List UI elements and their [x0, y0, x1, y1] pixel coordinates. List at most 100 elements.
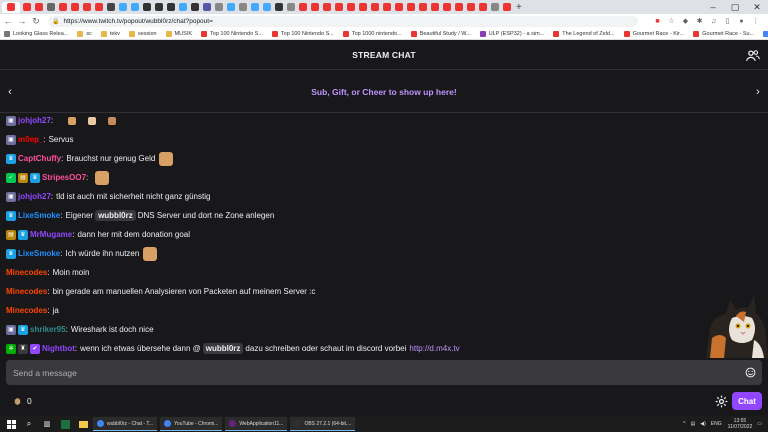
chat-username[interactable]: Minecodes [6, 268, 47, 277]
emote-image[interactable] [159, 151, 174, 166]
bookmark-item[interactable]: session [128, 30, 157, 37]
media-icon[interactable]: ♫ [708, 16, 719, 27]
browser-tab[interactable] [81, 2, 92, 13]
emote-image[interactable] [143, 246, 158, 261]
browser-tab[interactable] [333, 2, 344, 13]
bookmark-item[interactable]: Top 100 Nintendo S... [201, 30, 263, 37]
taskbar-app[interactable]: YouTube - Chromi... [160, 417, 223, 431]
taskbar-app[interactable]: WebApplication11... [225, 417, 288, 431]
chat-username[interactable]: shriker95 [30, 325, 66, 334]
send-chat-button[interactable]: Chat [732, 392, 762, 410]
emote-image[interactable] [68, 116, 77, 125]
banner-text[interactable]: Sub, Gift, or Cheer to show up here! [311, 87, 456, 97]
bookmark-item[interactable]: sc [77, 30, 92, 37]
taskbar-app[interactable]: OBS 27.2.1 (64-bit,... [290, 417, 356, 431]
bookmark-item[interactable]: ULP (ESP32) - a sim... [479, 30, 544, 37]
browser-tab[interactable] [381, 2, 392, 13]
community-users-icon[interactable] [746, 49, 760, 63]
browser-tab[interactable] [477, 2, 488, 13]
browser-tab[interactable] [177, 2, 188, 13]
browser-tab[interactable] [141, 2, 152, 13]
emote-image[interactable] [108, 116, 117, 125]
prime-crown-icon[interactable]: ♛ [6, 210, 16, 221]
browser-tab[interactable] [93, 2, 104, 13]
prime-crown-icon[interactable]: ♛ [6, 153, 16, 164]
chat-username[interactable]: johjoh27 [18, 192, 51, 201]
browser-tab[interactable] [129, 2, 140, 13]
bookmark-item[interactable]: tekv [100, 30, 120, 37]
file-explorer-icon[interactable] [76, 417, 90, 431]
user-mention[interactable]: wubbl0rz [95, 210, 136, 221]
tray-chevron-icon[interactable]: ^ [683, 421, 685, 427]
browser-tab[interactable] [465, 2, 476, 13]
bookmark-item[interactable]: Top 1000 nintendo... [342, 30, 402, 37]
browser-tab[interactable] [261, 2, 272, 13]
close-icon[interactable]: ✕ [746, 0, 768, 14]
bookmark-item[interactable]: The Legend of Zeld... [553, 30, 615, 37]
chat-input[interactable] [13, 367, 713, 378]
browser-tab[interactable] [201, 2, 212, 13]
windows-start-icon[interactable] [4, 417, 18, 431]
notifications-icon[interactable]: ▭ [757, 421, 762, 427]
browser-tab[interactable] [165, 2, 176, 13]
minimize-icon[interactable]: – [702, 0, 724, 14]
reload-icon[interactable]: ↻ [30, 15, 42, 27]
browser-tab[interactable] [57, 2, 68, 13]
menu-icon[interactable]: ⋮ [750, 16, 761, 27]
chat-username[interactable]: Nightbot [42, 344, 75, 353]
chat-username[interactable]: Minecodes [6, 287, 47, 296]
browser-tab[interactable] [297, 2, 308, 13]
sidebar-icon[interactable]: ▯ [722, 16, 733, 27]
browser-tab[interactable] [345, 2, 356, 13]
bookmark-item[interactable]: MUSIK [165, 30, 192, 37]
extension-icon[interactable]: ■ [652, 16, 663, 27]
browser-tab[interactable] [429, 2, 440, 13]
search-icon[interactable]: ⌕ [22, 417, 36, 431]
chat-username[interactable]: johjoh27 [18, 116, 51, 125]
browser-tab[interactable] [117, 2, 128, 13]
chat-username[interactable]: MrMugame [30, 230, 72, 239]
prime-crown-icon[interactable]: ♛ [6, 248, 16, 259]
puzzle-icon[interactable]: ✱ [694, 16, 705, 27]
chat-username[interactable]: StripesOO7 [42, 173, 86, 182]
robot-icon[interactable]: ▣ [6, 191, 16, 202]
chevron-right-icon[interactable]: › [752, 85, 764, 99]
browser-tab[interactable] [45, 2, 56, 13]
robot-icon[interactable]: ▣ [6, 115, 16, 126]
browser-tab[interactable] [357, 2, 368, 13]
emoji-picker-icon[interactable] [745, 367, 756, 378]
browser-tab[interactable] [189, 2, 200, 13]
chat-username[interactable]: LixeSmoke [18, 249, 60, 258]
browser-tab[interactable] [105, 2, 116, 13]
browser-tab[interactable] [2, 1, 20, 13]
browser-tab[interactable] [321, 2, 332, 13]
bookmark-item[interactable]: Beautiful Study / W... [410, 30, 471, 37]
gear-icon[interactable] [715, 395, 728, 408]
browser-tab[interactable] [249, 2, 260, 13]
language-indicator[interactable]: ENG [711, 421, 722, 427]
browser-tab[interactable] [33, 2, 44, 13]
excel-icon[interactable] [58, 417, 72, 431]
network-icon[interactable]: ▤ [691, 421, 696, 427]
browser-tab[interactable] [393, 2, 404, 13]
bookmark-item[interactable]: Top 100 Nintendo S... [271, 30, 334, 37]
browser-tab[interactable] [225, 2, 236, 13]
star-icon[interactable]: ☆ [666, 16, 677, 27]
bookmark-item[interactable]: gachibass gif - Goo... [763, 30, 768, 37]
gear-badge-icon[interactable]: ✲ [6, 343, 16, 354]
robot-icon[interactable]: ▣ [6, 324, 16, 335]
back-icon[interactable]: ← [2, 15, 14, 27]
browser-tab[interactable] [237, 2, 248, 13]
bookmark-item[interactable]: Gourmet Race - Su... [693, 30, 754, 37]
browser-tab[interactable] [69, 2, 80, 13]
browser-tab[interactable] [453, 2, 464, 13]
browser-tab[interactable] [153, 2, 164, 13]
chat-username[interactable]: CaptChuffy [18, 154, 61, 163]
browser-tab[interactable] [501, 2, 512, 13]
robot-icon[interactable]: ▣ [6, 134, 16, 145]
channel-points[interactable]: 0 [13, 396, 32, 406]
broadcaster-icon[interactable]: ♜ [18, 343, 28, 354]
browser-tab[interactable] [285, 2, 296, 13]
taskbar-app[interactable]: wubbl0rz - Chat - T... [93, 417, 158, 431]
address-bar[interactable]: 🔒 https://www.twitch.tv/popout/wubbl0rz/… [48, 15, 638, 27]
